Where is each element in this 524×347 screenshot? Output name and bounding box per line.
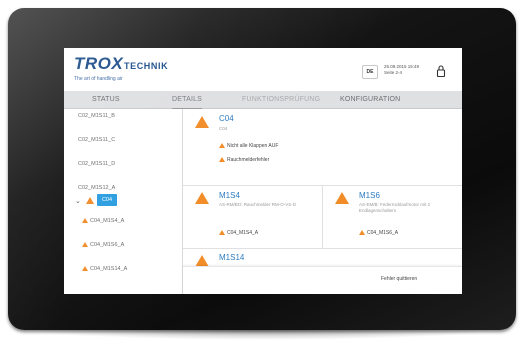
tagline: The art of handling air: [74, 76, 123, 82]
warning-icon: [195, 116, 209, 128]
chevron-down-icon[interactable]: ⌄: [75, 197, 81, 205]
message-row: Rauchmelderfehler: [219, 157, 269, 163]
card-title: M1S14: [219, 253, 245, 262]
card-subtitle: C04: [219, 126, 228, 131]
card-item-label: C04_M1S4_A: [227, 230, 259, 236]
message-text: Nicht alle Klappen AUF: [227, 143, 279, 149]
warning-icon: [82, 218, 88, 223]
card-item: C04_M1S6_A: [359, 230, 398, 236]
page-indicator: Seite 2-4: [384, 70, 403, 75]
sidebar-item[interactable]: C02_M1S11_B: [78, 113, 115, 119]
logo-sub: TECHNIK: [124, 61, 169, 71]
logo: TROX: [74, 54, 124, 73]
tab-details[interactable]: DETAILS: [172, 91, 203, 110]
card-item: C04_M1S4_A: [219, 230, 258, 236]
warning-icon: [335, 192, 349, 204]
sidebar-child-label: C04_M1S6_A: [90, 242, 125, 248]
warning-icon: [82, 266, 88, 271]
card-title: C04: [219, 114, 234, 123]
lock-icon[interactable]: [436, 64, 446, 78]
detail-card-main: C04 C04 Nicht alle Klappen AUF Rauchmeld…: [183, 109, 462, 186]
language-button[interactable]: DE: [362, 65, 378, 79]
tab-status[interactable]: STATUS: [92, 91, 120, 108]
sidebar-item[interactable]: C02_M1S11_D: [78, 161, 115, 167]
sidebar-item[interactable]: C02_M1S12_A: [78, 185, 115, 191]
tab-configuration[interactable]: KONFIGURATION: [340, 91, 400, 108]
warning-icon: [82, 242, 88, 247]
sidebar-child-label: C04_M1S4_A: [90, 218, 125, 224]
warning-icon: [86, 197, 94, 204]
tab-bar: STATUS DETAILS FUNKTIONSPRÜFUNG KONFIGUR…: [64, 91, 462, 110]
acknowledge-errors-button[interactable]: Fehler quittieren: [381, 276, 417, 282]
card-title: M1S4: [219, 191, 240, 200]
card-title: M1S6: [359, 191, 380, 200]
sidebar-child-item[interactable]: C04_M1S14_A: [82, 266, 127, 272]
datetime-display: 25.09.2015 15:49 Seite 2-4: [384, 64, 419, 76]
tab-functional-test[interactable]: FUNKTIONSPRÜFUNG: [242, 91, 320, 108]
card-description: AS-EM/B: Federrücklaufmotor mit 2 Endlag…: [359, 202, 431, 213]
footer-bar: Fehler quittieren: [183, 266, 462, 294]
sidebar-child-item[interactable]: C04_M1S6_A: [82, 242, 124, 248]
sidebar-item-selected[interactable]: C04: [97, 194, 117, 206]
card-description: AS-RM/BO: Rauchmelder RM-O-VS-D: [219, 202, 297, 207]
warning-icon: [195, 192, 209, 204]
message-row: Nicht alle Klappen AUF: [219, 143, 278, 149]
touch-screen: TROX TECHNIK The art of handling air DE …: [64, 48, 462, 294]
card-item-label: C04_M1S6_A: [367, 230, 399, 236]
message-text: Rauchmelderfehler: [227, 157, 270, 163]
detail-card[interactable]: M1S4 AS-RM/BO: Rauchmelder RM-O-VS-D C04…: [183, 186, 322, 248]
header: TROX TECHNIK The art of handling air DE …: [64, 48, 462, 90]
warning-icon: [219, 230, 225, 235]
sidebar-child-item[interactable]: C04_M1S4_A: [82, 218, 124, 224]
sidebar-item[interactable]: C02_M1S11_C: [78, 137, 115, 143]
sidebar-child-label: C04_M1S14_A: [90, 266, 128, 272]
warning-icon: [359, 230, 365, 235]
warning-icon: [219, 143, 225, 148]
detail-card[interactable]: M1S6 AS-EM/B: Federrücklaufmotor mit 2 E…: [323, 186, 462, 248]
warning-icon: [219, 157, 225, 162]
